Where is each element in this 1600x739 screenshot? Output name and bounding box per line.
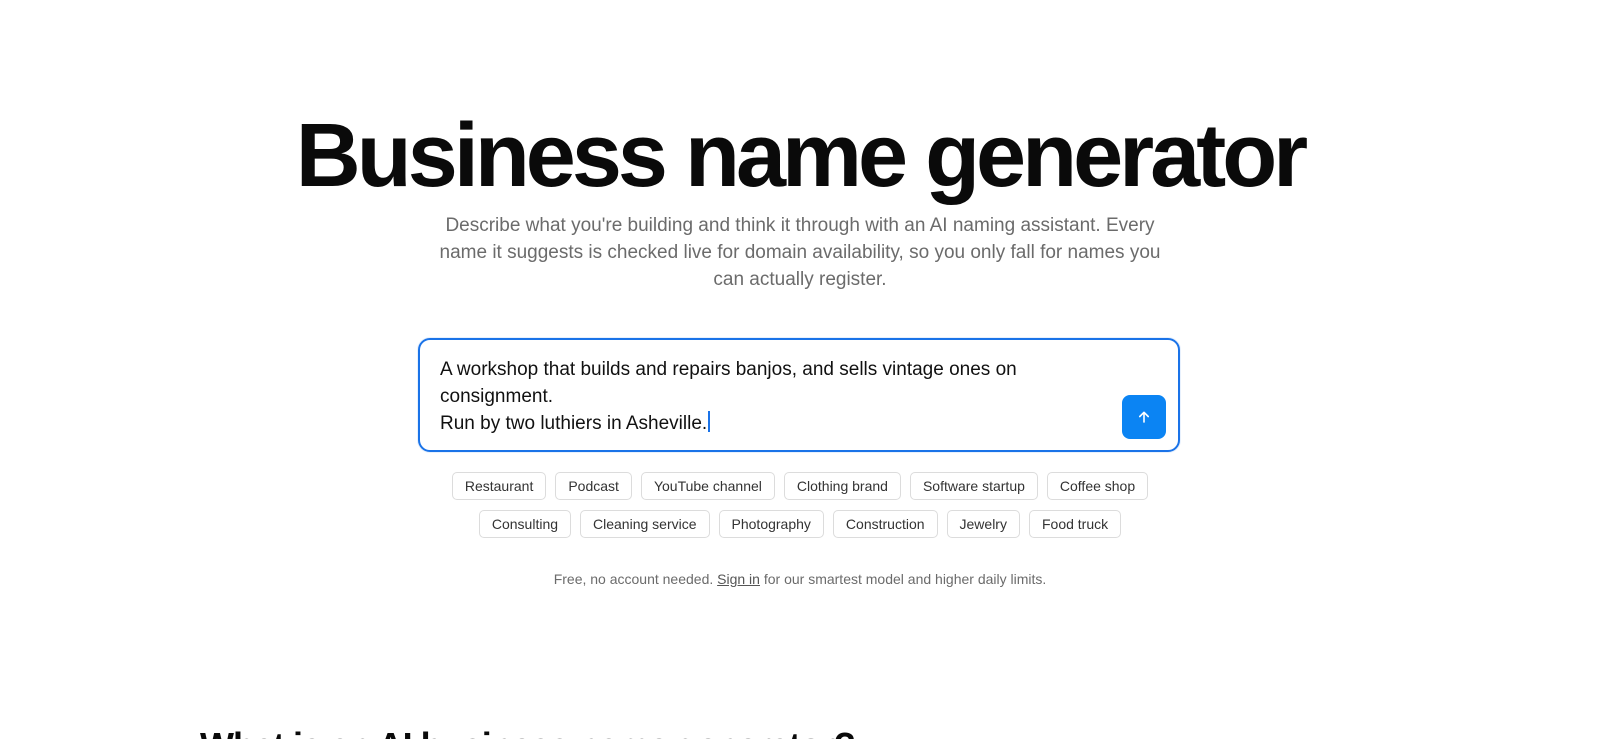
- page-subtitle: Describe what you're building and think …: [439, 215, 1161, 290]
- chip-consulting[interactable]: Consulting: [478, 510, 572, 538]
- prompt-text[interactable]: A workshop that builds and repairs banjo…: [440, 356, 1120, 437]
- chip-photography[interactable]: Photography: [718, 510, 824, 538]
- footnote-prefix: Free, no account needed.: [553, 571, 718, 587]
- chip-software-startup[interactable]: Software startup: [909, 472, 1038, 500]
- chip-podcast[interactable]: Podcast: [555, 472, 632, 500]
- footnote-suffix: for our smartest model and higher daily …: [759, 571, 1047, 587]
- page: Business name generator Describe what yo…: [0, 0, 1600, 739]
- section-heading: What is an AI business name generator?: [200, 724, 856, 739]
- chip-restaurant[interactable]: Restaurant: [451, 472, 547, 500]
- footnote: Free, no account needed. Sign in for our…: [0, 570, 1600, 588]
- business-description-input[interactable]: A workshop that builds and repairs banjo…: [418, 338, 1180, 452]
- chip-youtube-channel[interactable]: YouTube channel: [640, 472, 775, 500]
- send-button[interactable]: [1122, 395, 1166, 439]
- page-title: Business name generator: [295, 106, 1308, 206]
- text-caret: [708, 411, 710, 432]
- chip-cleaning-service[interactable]: Cleaning service: [580, 510, 710, 538]
- suggestion-chips-row-1: Restaurant Podcast YouTube channel Cloth…: [0, 472, 1600, 500]
- suggestion-chips-row-2: Consulting Cleaning service Photography …: [0, 510, 1600, 538]
- arrow-up-icon: [1139, 411, 1149, 423]
- chip-jewelry[interactable]: Jewelry: [946, 510, 1020, 538]
- chip-coffee-shop[interactable]: Coffee shop: [1046, 472, 1149, 500]
- chip-construction[interactable]: Construction: [832, 510, 938, 538]
- sign-in-link[interactable]: Sign in: [717, 571, 760, 587]
- chip-food-truck[interactable]: Food truck: [1028, 510, 1122, 538]
- chip-clothing-brand[interactable]: Clothing brand: [783, 472, 901, 500]
- prompt-value: A workshop that builds and repairs banjo…: [440, 359, 1017, 434]
